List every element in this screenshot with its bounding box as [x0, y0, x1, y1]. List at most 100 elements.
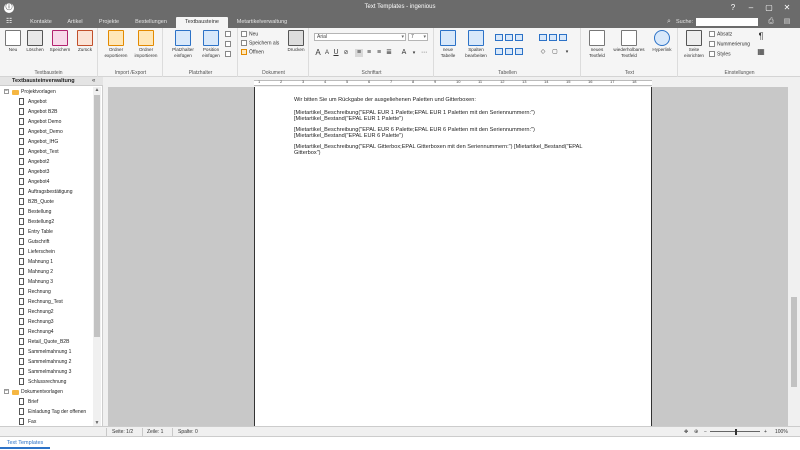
align-left-icon[interactable]: ≡ [355, 49, 363, 57]
tree-item-label: Bestellung2 [28, 219, 55, 225]
ribbon-group-dokument: Neu Speichern als Öffnen Drucken Dokumen… [239, 28, 309, 77]
collapse-icon[interactable]: − [4, 89, 9, 94]
tab-text-templates[interactable]: Text Templates [0, 437, 50, 449]
bottom-tab-bar: Text Templates [0, 436, 800, 450]
print-button[interactable]: Drucken [285, 30, 307, 53]
document-text-line[interactable]: [Mietartikel_Beschreibung("EPAL Gitterbo… [294, 144, 582, 150]
doc-save-as-button[interactable]: Speichern als [241, 40, 279, 47]
justify-icon[interactable]: ≣ [385, 49, 393, 57]
document-text-line[interactable]: Wir bitten Sie um Rückgabe der ausgelieh… [294, 97, 476, 103]
scrollbar-thumb[interactable] [791, 297, 797, 387]
font-family-select[interactable]: Arial ▾ [314, 33, 406, 41]
print-icon[interactable]: ⎙ [766, 17, 776, 27]
tree-item-label: Rechnung4 [28, 329, 54, 335]
doc-open-button[interactable]: Öffnen [241, 49, 264, 56]
insert-placeholder-button[interactable]: Platzhalter einfügen [168, 30, 198, 58]
layout-icon[interactable]: ▤ [782, 17, 792, 27]
styles-button[interactable]: Styles [709, 51, 731, 58]
align-center-icon[interactable]: ≡ [365, 49, 373, 57]
collapse-panel-icon[interactable]: « [92, 77, 95, 86]
placeholder-option-1[interactable] [225, 31, 233, 38]
repeatable-textfield-button[interactable]: wiederholbares Textfeld [610, 30, 648, 58]
table-borders-icon[interactable] [559, 34, 567, 41]
tree-item-label: Angebot2 [28, 159, 50, 165]
document-icon [19, 258, 24, 265]
table-split-icon[interactable] [549, 34, 557, 41]
color-dropdown-icon[interactable]: ▾ [410, 49, 418, 57]
fill-color-icon[interactable]: ◇ [539, 48, 547, 56]
tab-artikel[interactable]: Artikel [60, 17, 90, 28]
save-button[interactable]: Speichern [47, 30, 73, 53]
scroll-up-icon[interactable]: ▲ [93, 87, 101, 93]
document-scrollbar[interactable] [788, 87, 800, 426]
maximize-button[interactable]: ▢ [762, 2, 776, 14]
globe-icon [654, 30, 670, 46]
clear-format-icon[interactable]: ⊘ [342, 49, 350, 57]
table-insert-row-below-icon[interactable] [505, 34, 513, 41]
tab-metartikelverwaltung[interactable]: Metartikelverwaltung [230, 17, 294, 28]
document-text-line[interactable]: [Mietartikel_Bestand("EPAL EUR 1 Palette… [294, 116, 403, 122]
tab-textbausteine[interactable]: Textbausteine [176, 17, 228, 28]
ruler-number: 10 [456, 79, 461, 84]
font-grow-icon[interactable]: A [314, 49, 322, 57]
export-folder-button[interactable]: Ordner exportieren [101, 30, 131, 58]
back-button[interactable]: Zurück [74, 30, 96, 53]
collapse-icon[interactable]: − [4, 389, 9, 394]
underline-icon[interactable]: U [332, 49, 340, 57]
table-delete-col-icon[interactable] [515, 48, 523, 55]
new-textfield-button[interactable]: neues Textfeld [584, 30, 610, 58]
table-delete-row-icon[interactable] [505, 48, 513, 55]
align-right-icon[interactable]: ≡ [375, 49, 383, 57]
page-setup-button[interactable]: Seite einrichten [681, 30, 707, 58]
pilcrow-icon[interactable]: ¶ [757, 32, 765, 41]
doc-new-button[interactable]: Neu [241, 31, 258, 38]
table-dropdown-icon[interactable]: ▾ [563, 48, 571, 56]
search-input[interactable] [696, 18, 758, 26]
numbering-button[interactable]: Nummerierung [709, 41, 750, 48]
font-size-select[interactable]: 7 ▾ [408, 33, 428, 41]
new-table-button[interactable]: neue Tabelle [437, 30, 459, 58]
document-text-line[interactable]: [Mietartikel_Bestand("EPAL EUR 6 Palette… [294, 133, 403, 139]
zoom-slider-thumb[interactable] [735, 429, 737, 435]
ruler-number: 8 [412, 79, 415, 84]
font-shrink-icon[interactable]: A [323, 49, 331, 57]
horizontal-ruler[interactable]: 1 2 3 4 5 6 7 8 9 10 11 12 13 14 15 16 17 18 [108, 78, 800, 87]
insert-position-button[interactable]: Position einfügen [198, 30, 224, 58]
scrollbar-thumb[interactable] [94, 95, 100, 337]
table-insert-row-above-icon[interactable] [495, 34, 503, 41]
delete-button[interactable]: Löschen [24, 30, 46, 53]
zoom-in-icon[interactable]: + [764, 428, 767, 436]
ruler-number: 1 [258, 79, 261, 84]
zoom-page-icon[interactable]: ⊕ [694, 428, 698, 436]
zoom-fit-icon[interactable]: ✥ [684, 428, 688, 436]
tree-scrollbar[interactable]: ▲ ▼ [93, 87, 101, 426]
table-insert-col-right-icon[interactable] [495, 48, 503, 55]
menu-icon[interactable]: ☷ [6, 18, 16, 26]
border-style-icon[interactable]: ▢ [551, 48, 559, 56]
hyperlink-button[interactable]: Hyperlink [649, 30, 675, 53]
tab-bestellungen[interactable]: Bestellungen [128, 17, 174, 28]
page-settings-icon [686, 30, 702, 46]
group-label-import-export: Import /Export [114, 70, 147, 76]
zoom-out-icon[interactable]: − [704, 428, 707, 436]
document-page[interactable]: Wir bitten Sie um Rückgabe der ausgelieh… [254, 87, 652, 426]
tab-kontakte[interactable]: Kontakte [24, 17, 58, 28]
more-format-icon[interactable]: ⋯ [420, 49, 428, 57]
tab-projekte[interactable]: Projekte [92, 17, 126, 28]
edit-columns-button[interactable]: Spalten bearbeiten [461, 30, 491, 58]
paragraph-button[interactable]: Absatz [709, 31, 732, 38]
close-button[interactable]: ✕ [780, 2, 794, 14]
font-color-icon[interactable]: A [400, 49, 408, 57]
table-merge-icon[interactable] [539, 34, 547, 41]
placeholder-option-2[interactable] [225, 41, 233, 48]
new-button[interactable]: Neu [3, 30, 23, 53]
ruler-number: 18 [632, 79, 637, 84]
grid-icon[interactable]: ▦ [757, 48, 765, 56]
minimize-button[interactable]: – [744, 2, 758, 14]
import-folder-button[interactable]: Ordner importieren [131, 30, 161, 58]
help-icon[interactable]: ? [726, 2, 740, 14]
table-insert-col-left-icon[interactable] [515, 34, 523, 41]
document-text-line[interactable]: Gitterbox") [294, 150, 321, 156]
option-icon [225, 31, 231, 37]
placeholder-option-3[interactable] [225, 51, 233, 58]
